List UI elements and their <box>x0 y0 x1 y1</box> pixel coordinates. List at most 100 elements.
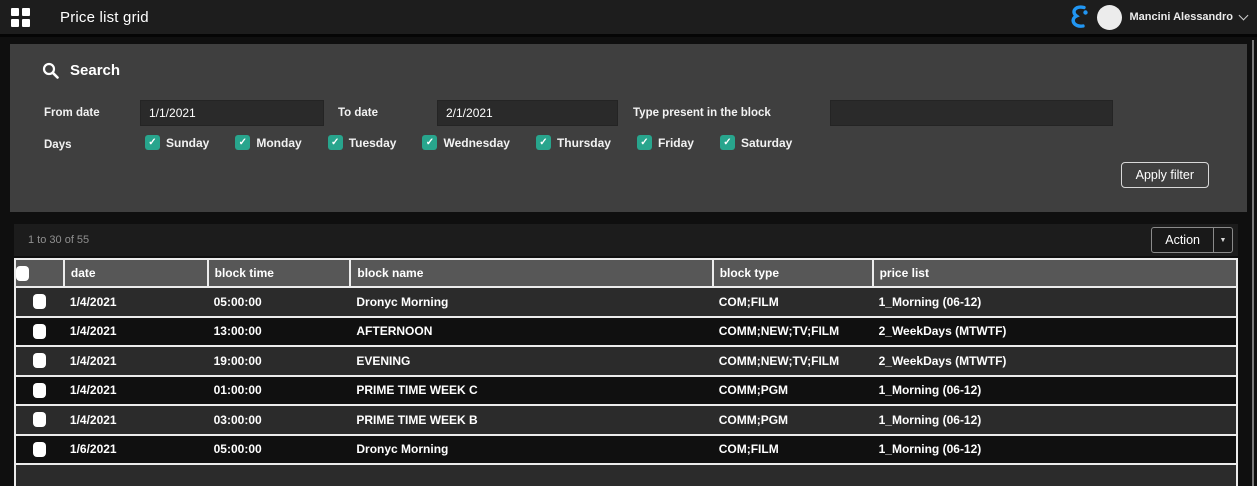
cell-date: 1/4/2021 <box>64 376 208 406</box>
table-row[interactable]: 1/4/2021 01:00:00 PRIME TIME WEEK C COMM… <box>15 376 1237 406</box>
day-label: Friday <box>658 136 694 150</box>
search-header: Search <box>42 62 120 79</box>
row-checkbox[interactable] <box>33 383 46 398</box>
row-checkbox[interactable] <box>33 353 46 368</box>
day-label: Thursday <box>557 136 611 150</box>
table-row[interactable]: 1/4/2021 13:00:00 AFTERNOON COMM;NEW;TV;… <box>15 317 1237 347</box>
cell-block-time: 03:00:00 <box>208 405 351 435</box>
header-row: date block time block name block type pr… <box>15 259 1237 287</box>
cell-block-type: COM;FILM <box>713 435 873 465</box>
row-checkbox[interactable] <box>33 324 46 339</box>
table-row[interactable]: 1/4/2021 05:00:00 Dronyc Morning COM;FIL… <box>15 287 1237 317</box>
day-checkbox-thursday[interactable]: ✓ Thursday <box>536 135 611 150</box>
search-title: Search <box>70 62 120 79</box>
day-checkbox-tuesday[interactable]: ✓ Tuesday <box>328 135 397 150</box>
days-label: Days <box>44 132 72 158</box>
cell-block-time: 05:00:00 <box>208 287 351 317</box>
cell-price-list: 2_WeekDays (MTWTF) <box>873 346 1237 376</box>
app-window: Price list grid Mancini Alessandro Searc… <box>0 0 1257 486</box>
day-label: Monday <box>256 136 301 150</box>
day-checkbox-friday[interactable]: ✓ Friday <box>637 135 694 150</box>
cell-block-time: 01:00:00 <box>208 376 351 406</box>
cell-block-type: COMM;PGM <box>713 405 873 435</box>
apply-filter-button[interactable]: Apply filter <box>1121 162 1209 188</box>
cell-price-list: 1_Morning (06-12) <box>873 435 1237 465</box>
day-label: Wednesday <box>443 136 509 150</box>
search-icon <box>42 62 59 79</box>
cell-price-list: 2_WeekDays (MTWTF) <box>873 317 1237 347</box>
day-label: Saturday <box>741 136 792 150</box>
action-dropdown-caret-icon[interactable]: ▼ <box>1213 228 1232 252</box>
cell-block-type: COMM;PGM <box>713 376 873 406</box>
cell-date: 1/4/2021 <box>64 405 208 435</box>
cell-price-list: 1_Morning (06-12) <box>873 287 1237 317</box>
table-row[interactable]: 1/4/2021 19:00:00 EVENING COMM;NEW;TV;FI… <box>15 346 1237 376</box>
column-header-block-name[interactable]: block name <box>350 259 712 287</box>
type-block-input[interactable] <box>830 100 1113 126</box>
cell-block-name: AFTERNOON <box>350 317 712 347</box>
row-checkbox[interactable] <box>33 294 46 309</box>
user-area: Mancini Alessandro <box>1068 4 1247 30</box>
from-date-label: From date <box>44 100 100 126</box>
search-panel: Search From date To date Type present in… <box>10 44 1247 212</box>
checkbox-checked-icon[interactable]: ✓ <box>328 135 343 150</box>
apps-grid-icon[interactable] <box>11 8 30 27</box>
cell-block-name: PRIME TIME WEEK B <box>350 405 712 435</box>
day-checkbox-monday[interactable]: ✓ Monday <box>235 135 301 150</box>
day-checkbox-wednesday[interactable]: ✓ Wednesday <box>422 135 509 150</box>
checkbox-checked-icon[interactable]: ✓ <box>145 135 160 150</box>
checkbox-checked-icon[interactable]: ✓ <box>235 135 250 150</box>
column-header-date[interactable]: date <box>64 259 208 287</box>
checkbox-checked-icon[interactable]: ✓ <box>536 135 551 150</box>
cell-block-time: 13:00:00 <box>208 317 351 347</box>
table-row[interactable]: 1/6/2021 05:00:00 Dronyc Morning COM;FIL… <box>15 435 1237 465</box>
cell-date: 1/4/2021 <box>64 287 208 317</box>
pagination-status: 1 to 30 of 55 <box>28 234 89 246</box>
column-header-block-time[interactable]: block time <box>208 259 351 287</box>
table-row-partial[interactable] <box>15 464 1237 486</box>
page-title: Price list grid <box>60 9 149 26</box>
cell-date: 1/6/2021 <box>64 435 208 465</box>
cell-date: 1/4/2021 <box>64 346 208 376</box>
user-name[interactable]: Mancini Alessandro <box>1129 11 1233 23</box>
from-date-input[interactable] <box>140 100 324 126</box>
table-row[interactable]: 1/4/2021 03:00:00 PRIME TIME WEEK B COMM… <box>15 405 1237 435</box>
day-checkbox-saturday[interactable]: ✓ Saturday <box>720 135 792 150</box>
day-checkbox-sunday[interactable]: ✓ Sunday <box>145 135 209 150</box>
cell-block-type: COMM;NEW;TV;FILM <box>713 317 873 347</box>
action-button[interactable]: Action <box>1152 228 1213 252</box>
cell-block-name: Dronyc Morning <box>350 435 712 465</box>
day-label: Tuesday <box>349 136 397 150</box>
days-checkbox-group: ✓ Sunday ✓ Monday ✓ Tuesday ✓ Wednesday … <box>145 135 792 150</box>
grid-toolbar: 1 to 30 of 55 Action ▼ <box>14 224 1238 256</box>
cell-block-name: PRIME TIME WEEK C <box>350 376 712 406</box>
cell-price-list: 1_Morning (06-12) <box>873 405 1237 435</box>
scrollbar[interactable] <box>1252 40 1254 486</box>
row-checkbox[interactable] <box>33 412 46 427</box>
column-header-price-list[interactable]: price list <box>873 259 1237 287</box>
cell-block-name: EVENING <box>350 346 712 376</box>
checkbox-checked-icon[interactable]: ✓ <box>637 135 652 150</box>
cell-date: 1/4/2021 <box>64 317 208 347</box>
cell-block-type: COMM;NEW;TV;FILM <box>713 346 873 376</box>
chevron-down-icon[interactable] <box>1239 10 1249 20</box>
row-checkbox[interactable] <box>33 442 46 457</box>
cell-block-name: Dronyc Morning <box>350 287 712 317</box>
action-split-button[interactable]: Action ▼ <box>1151 227 1233 253</box>
column-header-block-type[interactable]: block type <box>713 259 873 287</box>
to-date-label: To date <box>338 100 378 126</box>
price-list-grid: date block time block name block type pr… <box>14 258 1238 486</box>
user-avatar[interactable] <box>1097 5 1122 30</box>
cell-block-time: 05:00:00 <box>208 435 351 465</box>
checkbox-checked-icon[interactable]: ✓ <box>720 135 735 150</box>
cell-price-list: 1_Morning (06-12) <box>873 376 1237 406</box>
cell-block-time: 19:00:00 <box>208 346 351 376</box>
top-bar: Price list grid Mancini Alessandro <box>0 0 1257 37</box>
select-all-checkbox[interactable] <box>16 266 29 281</box>
select-all-cell <box>15 259 64 287</box>
checkbox-checked-icon[interactable]: ✓ <box>422 135 437 150</box>
day-label: Sunday <box>166 136 209 150</box>
brand-logo-icon <box>1068 4 1090 30</box>
to-date-input[interactable] <box>437 100 618 126</box>
cell-block-type: COM;FILM <box>713 287 873 317</box>
